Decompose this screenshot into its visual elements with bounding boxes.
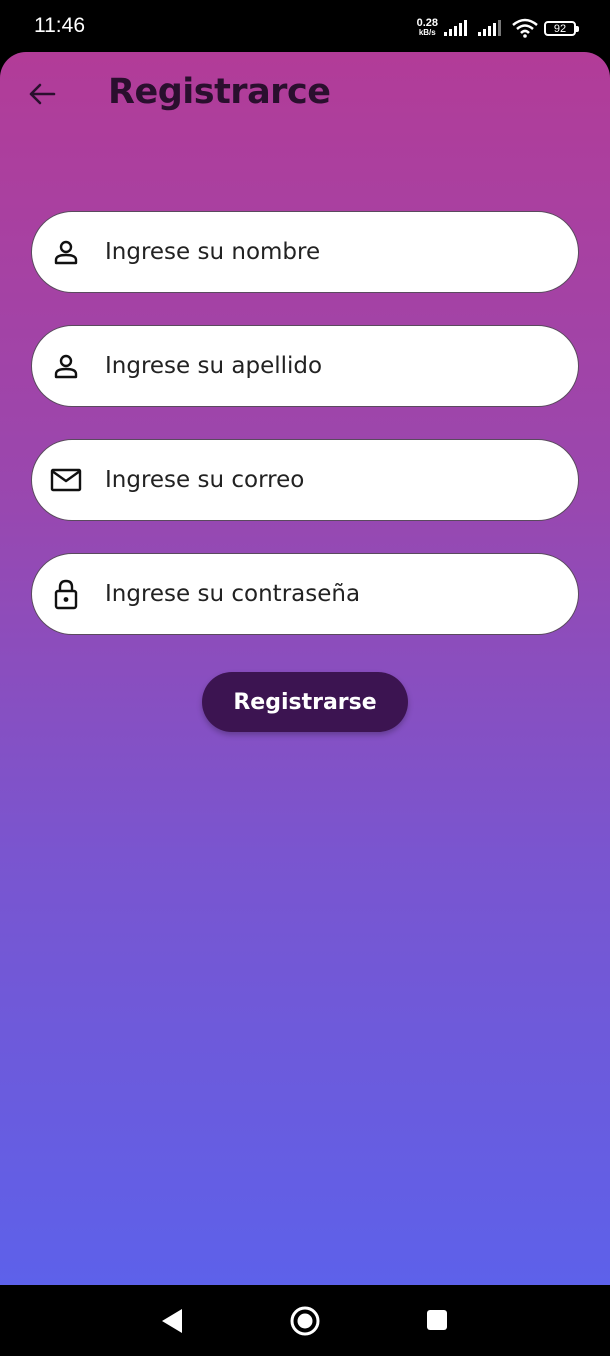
circle-home-icon[interactable]: [289, 1305, 321, 1337]
network-speed: 0.28 kB/s: [416, 17, 438, 38]
square-recents-icon[interactable]: [427, 1310, 447, 1330]
triangle-back-icon[interactable]: [160, 1308, 184, 1334]
battery-level: 92: [553, 22, 567, 35]
first-name-input[interactable]: [103, 238, 547, 266]
password-input[interactable]: [103, 580, 547, 608]
lock-icon: [49, 577, 83, 611]
register-button[interactable]: Registrarse: [202, 672, 408, 732]
first-name-field[interactable]: [31, 211, 579, 293]
status-bar: 11:46 0.28 kB/s 92: [0, 0, 610, 52]
signal-icon: [444, 20, 467, 36]
page-title: Registrarce: [108, 72, 331, 112]
email-field[interactable]: [31, 439, 579, 521]
email-input[interactable]: [103, 466, 547, 494]
network-speed-value: 0.28: [416, 17, 438, 29]
status-icons: 0.28 kB/s 92: [416, 14, 579, 42]
arrow-left-icon: [29, 83, 56, 105]
register-screen: Registrarce Ingrese su nombre Ingrese su…: [0, 52, 610, 1285]
wifi-icon: [512, 18, 538, 38]
last-name-field[interactable]: [31, 325, 579, 407]
person-icon: [49, 349, 83, 383]
person-icon: [49, 235, 83, 269]
status-time: 11:46: [34, 14, 85, 37]
battery-indicator: 92: [544, 20, 579, 36]
network-speed-unit: kB/s: [418, 28, 436, 37]
back-button[interactable]: [24, 76, 60, 112]
last-name-input[interactable]: [103, 352, 547, 380]
mail-icon: [49, 463, 83, 497]
navigation-bar: [0, 1285, 610, 1356]
password-field[interactable]: [31, 553, 579, 635]
signal-icon-secondary: [478, 20, 501, 36]
